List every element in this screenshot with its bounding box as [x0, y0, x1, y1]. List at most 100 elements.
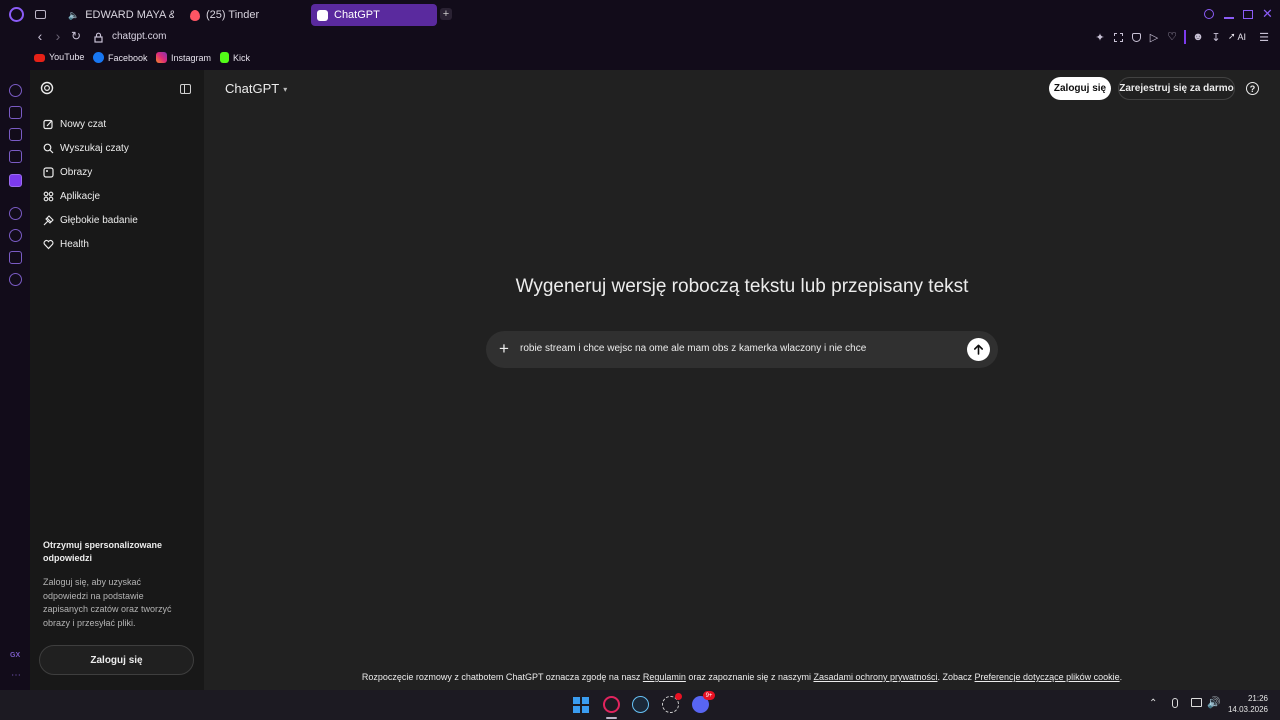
promo-title: Otrzymuj spersonalizowane odpowiedzi	[43, 540, 163, 563]
bookmark-facebook[interactable]: Facebook	[93, 52, 148, 63]
chatgpt-icon	[317, 9, 328, 21]
tab-label: (25) Tinder	[206, 9, 260, 21]
close-window-icon[interactable]: ✕	[1262, 6, 1273, 22]
discord-badge: 9+	[703, 691, 715, 700]
tab-switcher-icon[interactable]	[35, 10, 46, 19]
opera-gx-taskbar-icon[interactable]	[603, 696, 620, 713]
arrow-up-icon	[974, 344, 983, 355]
chat-main: ChatGPT ▾ Zaloguj się Zarejestruj się za…	[204, 70, 1280, 690]
url-field[interactable]: chatgpt.com	[112, 31, 166, 42]
settings-gear-icon[interactable]	[9, 273, 22, 286]
tab-chatgpt[interactable]: ChatGPT	[311, 4, 437, 26]
new-chat-icon	[42, 118, 54, 130]
facebook-icon	[93, 52, 104, 63]
opera-logo-icon[interactable]	[9, 7, 24, 22]
clock-date[interactable]: 14.03.2026	[1218, 705, 1268, 714]
back-icon[interactable]: ‹	[33, 28, 47, 44]
favorites-heart-icon[interactable]: ♡	[1165, 29, 1179, 43]
messenger-icon[interactable]	[9, 128, 22, 141]
header-signup-button[interactable]: Zarejestruj się za darmo	[1118, 77, 1235, 100]
aria-ai-button[interactable]: ➚ AI	[1228, 31, 1246, 42]
bookmark-kick[interactable]: Kick	[220, 52, 250, 63]
terms-link[interactable]: Regulamin	[643, 672, 686, 682]
download-icon[interactable]: ↧	[1209, 30, 1223, 44]
cookie-preferences-link[interactable]: Preferencje dotyczące plików cookie	[975, 672, 1120, 682]
extensions-icon[interactable]	[9, 251, 22, 264]
taskbar-active-indicator	[606, 717, 617, 719]
tab-youtube[interactable]: 🔈 EDWARD MAYA & VIKA	[56, 4, 174, 26]
toggle-sidebar-icon[interactable]	[180, 84, 191, 94]
gx-label[interactable]: GX	[10, 652, 20, 659]
new-tab-button[interactable]: +	[440, 8, 452, 20]
history-icon[interactable]	[9, 229, 22, 242]
sidebar-item-search[interactable]: Wyszukaj czaty	[42, 142, 129, 154]
heart-icon	[42, 238, 54, 250]
chatgpt-sidebar: Nowy czat Wyszukaj czaty Obrazy Aplikacj…	[30, 70, 204, 690]
sidebar-item-health[interactable]: Health	[42, 238, 89, 250]
more-icon[interactable]: ⋯	[11, 670, 21, 681]
sidebar-login-button[interactable]: Zaloguj się	[39, 645, 194, 675]
toolbar-divider	[1184, 30, 1186, 44]
discord-icon[interactable]: 9+	[692, 691, 715, 713]
chevron-down-icon: ▾	[283, 85, 288, 94]
workspaces-icon[interactable]	[9, 106, 22, 119]
model-selector[interactable]: ChatGPT ▾	[225, 81, 287, 96]
chatgpt-logo-icon[interactable]	[40, 81, 54, 95]
twitch-icon[interactable]	[9, 174, 22, 187]
search-tabs-icon[interactable]	[1204, 9, 1214, 19]
page-heading: Wygeneruj wersję roboczą tekstu lub prze…	[515, 276, 969, 297]
kick-icon	[220, 52, 229, 63]
privacy-link[interactable]: Zasadami ochrony prywatności	[813, 672, 937, 682]
reload-icon[interactable]: ↻	[69, 29, 83, 43]
sidebar-item-new-chat[interactable]: Nowy czat	[42, 118, 106, 130]
promo-text: Zaloguj się, aby uzyskać odpowiedzi na p…	[43, 577, 172, 628]
sidebar-item-images[interactable]: Obrazy	[42, 166, 92, 178]
tab-label: EDWARD MAYA & VIKA	[85, 9, 174, 21]
send-button[interactable]	[967, 338, 990, 361]
composer[interactable]: + robie stream i chce wejsc na ome ale m…	[486, 331, 998, 368]
tab-label: ChatGPT	[334, 9, 380, 21]
windows-taskbar: 9+ ⌃ 🔊 21:26 14.03.2026	[0, 690, 1280, 720]
speed-dial-icon[interactable]	[9, 84, 22, 97]
sidebar-item-apps[interactable]: Aplikacje	[42, 190, 100, 202]
forward-icon[interactable]: ›	[51, 28, 65, 44]
header-login-button[interactable]: Zaloguj się	[1049, 77, 1111, 100]
deep-research-icon	[42, 214, 54, 226]
youtube-icon	[34, 53, 45, 62]
gmail-icon[interactable]	[9, 150, 22, 163]
search-icon	[42, 142, 54, 154]
help-icon[interactable]: ?	[1246, 82, 1259, 95]
address-bar: ‹ › ↻ chatgpt.com ✦ ▷ ♡ ☻ ↧ ➚ AI ☰	[0, 26, 1280, 48]
player-icon[interactable]: ▷	[1147, 30, 1161, 44]
speaker-icon[interactable]: 🔈	[68, 10, 79, 21]
adblock-icon[interactable]	[1129, 30, 1143, 44]
chrome-icon[interactable]	[662, 693, 682, 713]
pin-icon[interactable]: ✦	[1093, 30, 1107, 44]
windows-start-icon[interactable]	[573, 697, 589, 713]
instagram-icon	[156, 52, 167, 63]
clock-time[interactable]: 21:26	[1228, 694, 1268, 703]
sidebar-item-deep-research[interactable]: Głębokie badanie	[42, 214, 138, 226]
tab-tinder[interactable]: (25) Tinder	[184, 4, 304, 26]
profile-icon[interactable]: ☻	[1191, 30, 1205, 44]
microphone-icon[interactable]	[1172, 698, 1178, 708]
images-icon	[42, 166, 54, 178]
ai-spark-icon: ➚	[1228, 31, 1236, 41]
snapshot-icon[interactable]	[1111, 30, 1125, 44]
terms-footer: Rozpoczęcie rozmowy z chatbotem ChatGPT …	[361, 672, 1123, 682]
restore-icon[interactable]	[1243, 10, 1253, 19]
lock-icon[interactable]	[91, 30, 105, 44]
minimize-icon[interactable]	[1224, 17, 1234, 19]
attach-plus-icon[interactable]: +	[499, 339, 509, 359]
tray-overflow-icon[interactable]: ⌃	[1149, 698, 1157, 709]
prompt-input[interactable]: robie stream i chce wejsc na ome ale mam…	[520, 343, 866, 354]
menu-icon[interactable]: ☰	[1257, 30, 1271, 44]
opera-sidebar: GX ⋯	[0, 70, 30, 690]
network-icon[interactable]	[1191, 698, 1202, 707]
bookmark-instagram[interactable]: Instagram	[156, 52, 211, 63]
bookmark-youtube[interactable]: YouTube	[34, 52, 84, 62]
bookmarks-bar: YouTube Facebook Instagram Kick	[0, 48, 1280, 70]
player-sidebar-icon[interactable]	[9, 207, 22, 220]
steam-icon[interactable]	[632, 696, 649, 713]
apps-icon	[42, 190, 54, 202]
